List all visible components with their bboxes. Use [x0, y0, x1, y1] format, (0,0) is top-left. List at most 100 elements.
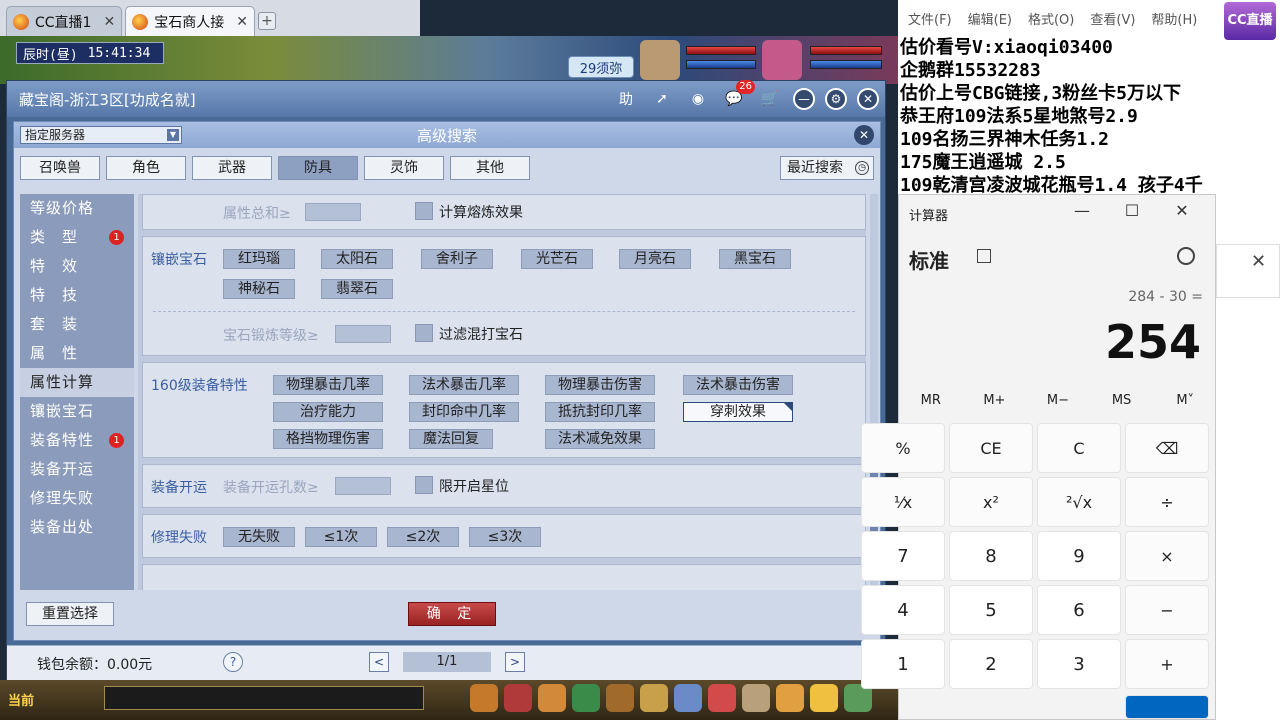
nav-level-price[interactable]: 等级价格: [20, 194, 134, 223]
key-percent[interactable]: %: [861, 423, 945, 473]
help-button[interactable]: 助: [613, 86, 639, 112]
key-square[interactable]: x²: [949, 477, 1033, 527]
task-icon[interactable]: [674, 684, 702, 712]
channel-label[interactable]: 当前: [8, 690, 34, 709]
key-1[interactable]: 1: [861, 639, 945, 689]
next-page-button[interactable]: >: [505, 652, 525, 672]
pet-icon[interactable]: [640, 684, 668, 712]
nav-equip-fortune[interactable]: 装备开运: [20, 455, 134, 484]
message-icon[interactable]: 💬 26: [721, 80, 755, 112]
chat-input[interactable]: [104, 686, 424, 710]
key-clear[interactable]: C: [1037, 423, 1121, 473]
give-icon[interactable]: [538, 684, 566, 712]
minimize-button[interactable]: —: [1057, 201, 1107, 220]
key-7[interactable]: 7: [861, 531, 945, 581]
nav-gem-inlay[interactable]: 镶嵌宝石: [20, 397, 134, 426]
calculator-mode[interactable]: 标准: [909, 245, 949, 274]
filter-mixed-checkbox[interactable]: [415, 324, 433, 342]
nav-attribute[interactable]: 属 性: [20, 339, 134, 368]
feature-magic-crit-rate[interactable]: 法术暴击几率: [409, 375, 519, 395]
player-avatar[interactable]: [762, 40, 802, 80]
key-ce[interactable]: CE: [949, 423, 1033, 473]
settings-gear-icon[interactable]: ⚙: [825, 88, 847, 110]
tab-close-icon[interactable]: ✕: [236, 14, 248, 30]
feature-phys-crit-rate[interactable]: 物理暴击几率: [273, 375, 383, 395]
gem-sarira[interactable]: 舍利子: [421, 249, 493, 269]
key-divide[interactable]: ÷: [1125, 477, 1209, 527]
memory-add-button[interactable]: M+: [963, 393, 1027, 413]
key-5[interactable]: 5: [949, 585, 1033, 635]
repair-le-1[interactable]: ≤1次: [305, 527, 377, 547]
close-icon[interactable]: ✕: [1251, 251, 1266, 272]
nav-skill[interactable]: 特 技: [20, 281, 134, 310]
confirm-button[interactable]: 确 定: [408, 602, 496, 626]
key-4[interactable]: 4: [861, 585, 945, 635]
browser-tab-gem[interactable]: 宝石商人接 ✕: [125, 6, 255, 36]
gem-mystery[interactable]: 神秘石: [223, 279, 295, 299]
tab-accessory[interactable]: 灵饰: [364, 156, 444, 180]
help-icon[interactable]: ?: [223, 652, 243, 672]
key-9[interactable]: 9: [1037, 531, 1121, 581]
minimize-button[interactable]: —: [793, 88, 815, 110]
gem-forge-input[interactable]: [335, 325, 391, 343]
attr-total-input[interactable]: [305, 203, 361, 221]
key-3[interactable]: 3: [1037, 639, 1121, 689]
tab-character[interactable]: 角色: [106, 156, 186, 180]
team-icon[interactable]: [606, 684, 634, 712]
smile-icon[interactable]: [810, 684, 838, 712]
keep-on-top-icon[interactable]: [977, 249, 991, 263]
feature-phys-crit-dmg[interactable]: 物理暴击伤害: [545, 375, 655, 395]
cart-icon[interactable]: 🛒: [757, 86, 783, 112]
nav-type[interactable]: 类 型 1: [20, 223, 134, 252]
friend-icon[interactable]: [776, 684, 804, 712]
gang-icon[interactable]: [708, 684, 736, 712]
key-backspace[interactable]: ⌫: [1125, 423, 1209, 473]
trade-icon[interactable]: [572, 684, 600, 712]
key-multiply[interactable]: ×: [1125, 531, 1209, 581]
repair-le-2[interactable]: ≤2次: [387, 527, 459, 547]
key-minus[interactable]: −: [1125, 585, 1209, 635]
star-limit-checkbox[interactable]: [415, 476, 433, 494]
gem-black[interactable]: 黑宝石: [719, 249, 791, 269]
share-icon[interactable]: ➚: [649, 86, 675, 112]
key-plus[interactable]: +: [1125, 639, 1209, 689]
tab-summon-beast[interactable]: 召唤兽: [20, 156, 100, 180]
close-button[interactable]: ✕: [1157, 201, 1207, 220]
gem-red-agate[interactable]: 红玛瑙: [223, 249, 295, 269]
nav-set[interactable]: 套 装: [20, 310, 134, 339]
history-icon[interactable]: [1177, 247, 1195, 265]
menu-help[interactable]: 帮助(H): [1151, 9, 1197, 28]
nav-repair-fail[interactable]: 修理失败: [20, 484, 134, 513]
feature-healing[interactable]: 治疗能力: [273, 402, 383, 422]
key-reciprocal[interactable]: ¹⁄x: [861, 477, 945, 527]
tab-weapon[interactable]: 武器: [192, 156, 272, 180]
notepad-text[interactable]: 估价看号V:xiaoqi03400 企鹅群15532283 估价上号CBG链接,…: [898, 36, 1280, 197]
menu-view[interactable]: 查看(V): [1090, 9, 1135, 28]
memory-subtract-button[interactable]: M−: [1026, 393, 1090, 413]
gem-moonstone[interactable]: 月亮石: [619, 249, 691, 269]
feature-magic-crit-dmg[interactable]: 法术暴击伤害: [683, 375, 793, 395]
key-8[interactable]: 8: [949, 531, 1033, 581]
prev-page-button[interactable]: <: [369, 652, 389, 672]
key-2[interactable]: 2: [949, 639, 1033, 689]
server-select[interactable]: 指定服务器 ▼: [20, 126, 182, 144]
key-sqrt[interactable]: ²√x: [1037, 477, 1121, 527]
menu-format[interactable]: 格式(O): [1028, 9, 1074, 28]
pet-avatar[interactable]: [640, 40, 680, 80]
feature-seal-hit[interactable]: 封印命中几率: [409, 402, 519, 422]
nav-equip-source[interactable]: 装备出处: [20, 513, 134, 542]
repair-le-3[interactable]: ≤3次: [469, 527, 541, 547]
key-6[interactable]: 6: [1037, 585, 1121, 635]
nav-effect[interactable]: 特 效: [20, 252, 134, 281]
key-equals[interactable]: [1125, 695, 1209, 719]
tab-close-icon[interactable]: ✕: [103, 14, 115, 30]
feature-seal-resist[interactable]: 抵抗封印几率: [545, 402, 655, 422]
tab-other[interactable]: 其他: [450, 156, 530, 180]
reset-button[interactable]: 重置选择: [26, 602, 114, 626]
new-tab-button[interactable]: +: [257, 12, 276, 30]
attack-icon[interactable]: [470, 684, 498, 712]
quick-icon[interactable]: [742, 684, 770, 712]
dialog-close-button[interactable]: ✕: [854, 125, 874, 145]
tab-armor[interactable]: 防具: [278, 156, 358, 180]
feature-magic-reduce[interactable]: 法术减免效果: [545, 429, 655, 449]
